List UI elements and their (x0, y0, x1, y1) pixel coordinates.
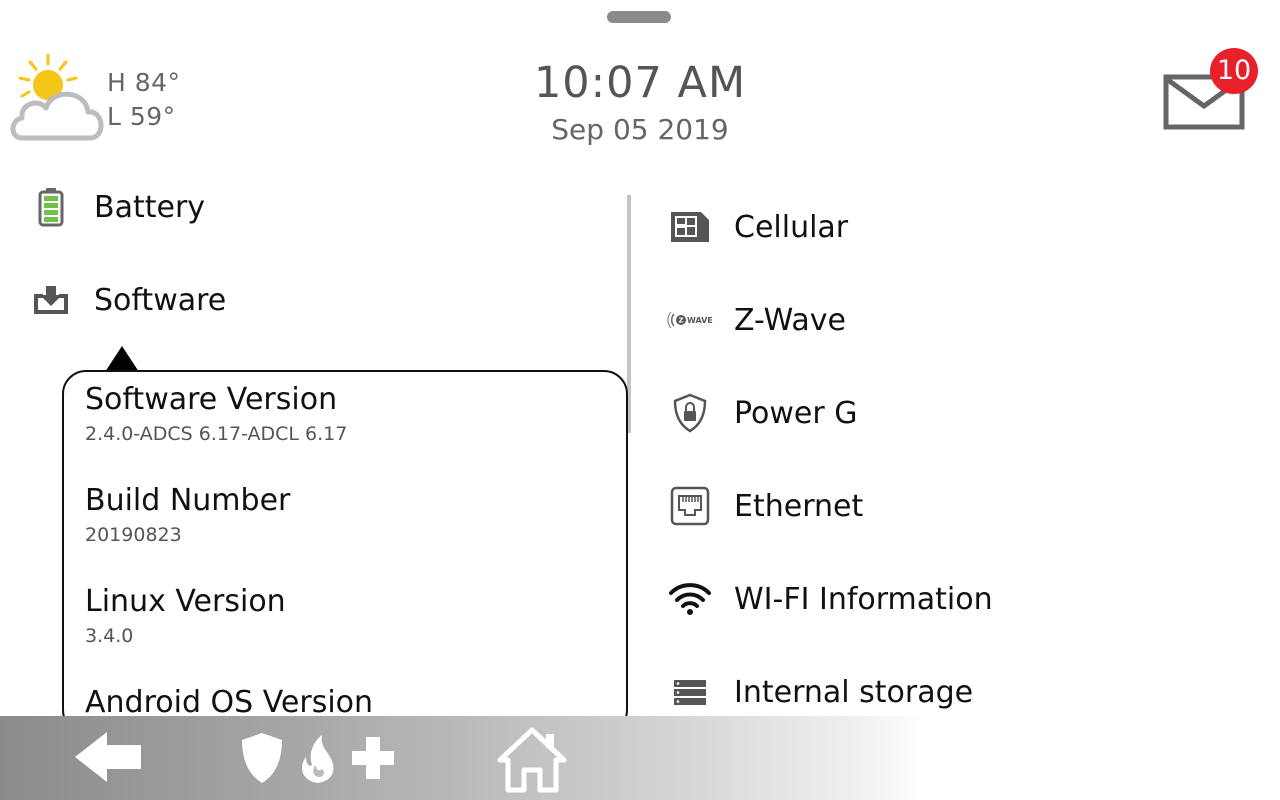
menu-item-battery[interactable]: Battery (26, 181, 205, 233)
home-icon (497, 727, 567, 793)
menu-item-wifi-information[interactable]: WI-FI Information (666, 574, 993, 624)
info-linux-version: Linux Version 3.4.0 (85, 584, 286, 647)
fire-icon (302, 735, 334, 783)
unread-count-badge: 10 (1210, 48, 1258, 94)
info-title: Android OS Version (85, 685, 374, 720)
menu-item-label: Battery (94, 189, 206, 225)
menu-item-label: Cellular (734, 209, 849, 245)
info-value: 20190823 (85, 524, 182, 546)
menu-item-label: Z-Wave (734, 302, 846, 338)
bottom-nav-bar (0, 716, 1280, 800)
info-value: 2.4.0-ADCS 6.17-ADCL 6.17 (85, 423, 348, 445)
menu-item-ethernet[interactable]: Ethernet (666, 481, 863, 531)
info-build-number: Build Number 20190823 (85, 483, 290, 546)
battery-icon (26, 185, 76, 229)
menu-item-label: Software (94, 282, 227, 318)
info-android-version: Android OS Version (85, 685, 373, 720)
storage-icon (666, 668, 714, 716)
info-title: Linux Version (85, 584, 286, 619)
menu-item-zwave[interactable]: Z WAVE Z-Wave (666, 295, 846, 345)
zwave-icon: Z WAVE (666, 296, 714, 344)
info-software-version: Software Version 2.4.0-ADCS 6.17-ADCL 6.… (85, 382, 347, 445)
shield-lock-icon (666, 389, 714, 437)
pull-down-handle[interactable] (607, 11, 671, 23)
medical-cross-icon (352, 737, 394, 779)
popover-pointer (105, 346, 139, 372)
menu-item-cellular[interactable]: Cellular (666, 202, 848, 252)
back-arrow-icon (75, 732, 141, 782)
menu-item-label: WI-FI Information (734, 581, 993, 617)
cellular-chip-icon (666, 203, 714, 251)
svg-text:WAVE: WAVE (687, 316, 713, 325)
menu-item-power-g[interactable]: Power G (666, 388, 858, 438)
menu-item-software[interactable]: Software (26, 274, 226, 326)
back-button[interactable] (70, 726, 146, 788)
messages-button[interactable]: 10 (1160, 48, 1264, 132)
software-info-popover[interactable]: Software Version 2.4.0-ADCS 6.17-ADCL 6.… (62, 370, 628, 734)
menu-item-internal-storage[interactable]: Internal storage (666, 667, 973, 717)
menu-item-label: Ethernet (734, 488, 864, 524)
download-tray-icon (26, 278, 76, 322)
home-button[interactable] (494, 722, 570, 796)
emergency-button[interactable] (236, 728, 406, 788)
svg-text:Z: Z (678, 317, 683, 325)
wifi-icon (666, 575, 714, 623)
clock-time: 10:07 AM (533, 58, 747, 108)
info-value: 3.4.0 (85, 625, 134, 647)
ethernet-port-icon (666, 482, 714, 530)
clock-date: Sep 05 2019 (551, 113, 729, 146)
menu-item-label: Power G (734, 395, 858, 431)
menu-item-label: Internal storage (734, 674, 974, 710)
info-title: Build Number (85, 483, 291, 518)
shield-icon (242, 733, 282, 783)
info-title: Software Version (85, 382, 338, 417)
